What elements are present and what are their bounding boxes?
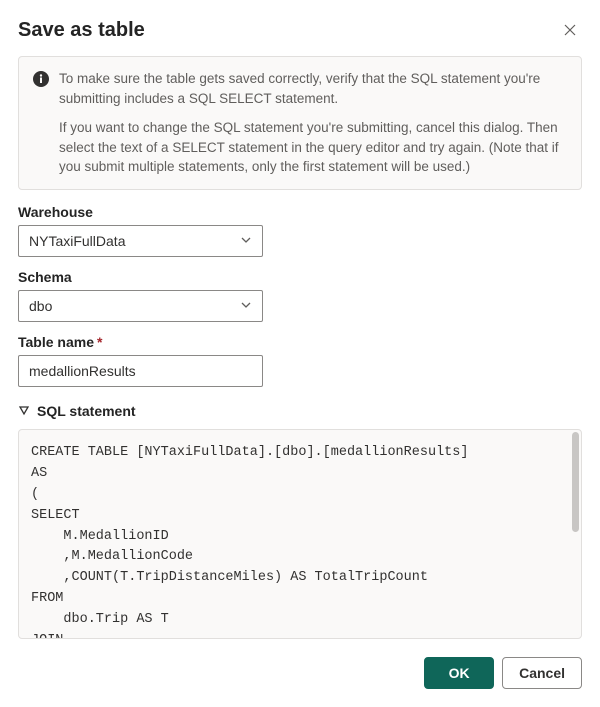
warehouse-value: NYTaxiFullData — [29, 233, 240, 249]
expand-icon — [18, 403, 30, 419]
close-icon — [564, 24, 576, 36]
chevron-down-icon — [240, 233, 252, 249]
schema-value: dbo — [29, 298, 240, 314]
info-icon — [33, 71, 49, 177]
sql-code-text: CREATE TABLE [NYTaxiFullData].[dbo].[med… — [31, 445, 468, 639]
warehouse-field: Warehouse NYTaxiFullData — [18, 204, 582, 257]
dialog-header: Save as table — [18, 18, 582, 42]
info-paragraph-1: To make sure the table gets saved correc… — [59, 69, 567, 108]
sql-section-header[interactable]: SQL statement — [18, 403, 582, 419]
info-box: To make sure the table gets saved correc… — [18, 56, 582, 190]
table-name-label: Table name* — [18, 334, 582, 350]
cancel-button[interactable]: Cancel — [502, 657, 582, 689]
info-paragraph-2: If you want to change the SQL statement … — [59, 118, 567, 177]
schema-label: Schema — [18, 269, 582, 285]
required-asterisk: * — [97, 334, 102, 350]
table-name-field: Table name* — [18, 334, 582, 387]
sql-section-label: SQL statement — [37, 403, 136, 419]
warehouse-label: Warehouse — [18, 204, 582, 220]
sql-code-preview: CREATE TABLE [NYTaxiFullData].[dbo].[med… — [18, 429, 582, 639]
schema-dropdown[interactable]: dbo — [18, 290, 263, 322]
warehouse-dropdown[interactable]: NYTaxiFullData — [18, 225, 263, 257]
chevron-down-icon — [240, 298, 252, 314]
table-name-input[interactable] — [18, 355, 263, 387]
ok-button[interactable]: OK — [424, 657, 494, 689]
scrollbar-thumb[interactable] — [572, 432, 579, 532]
dialog-footer: OK Cancel — [18, 657, 582, 689]
schema-field: Schema dbo — [18, 269, 582, 322]
dialog-title: Save as table — [18, 19, 145, 42]
close-button[interactable] — [558, 18, 582, 42]
scrollbar-track — [572, 432, 579, 636]
info-text: To make sure the table gets saved correc… — [59, 69, 567, 177]
